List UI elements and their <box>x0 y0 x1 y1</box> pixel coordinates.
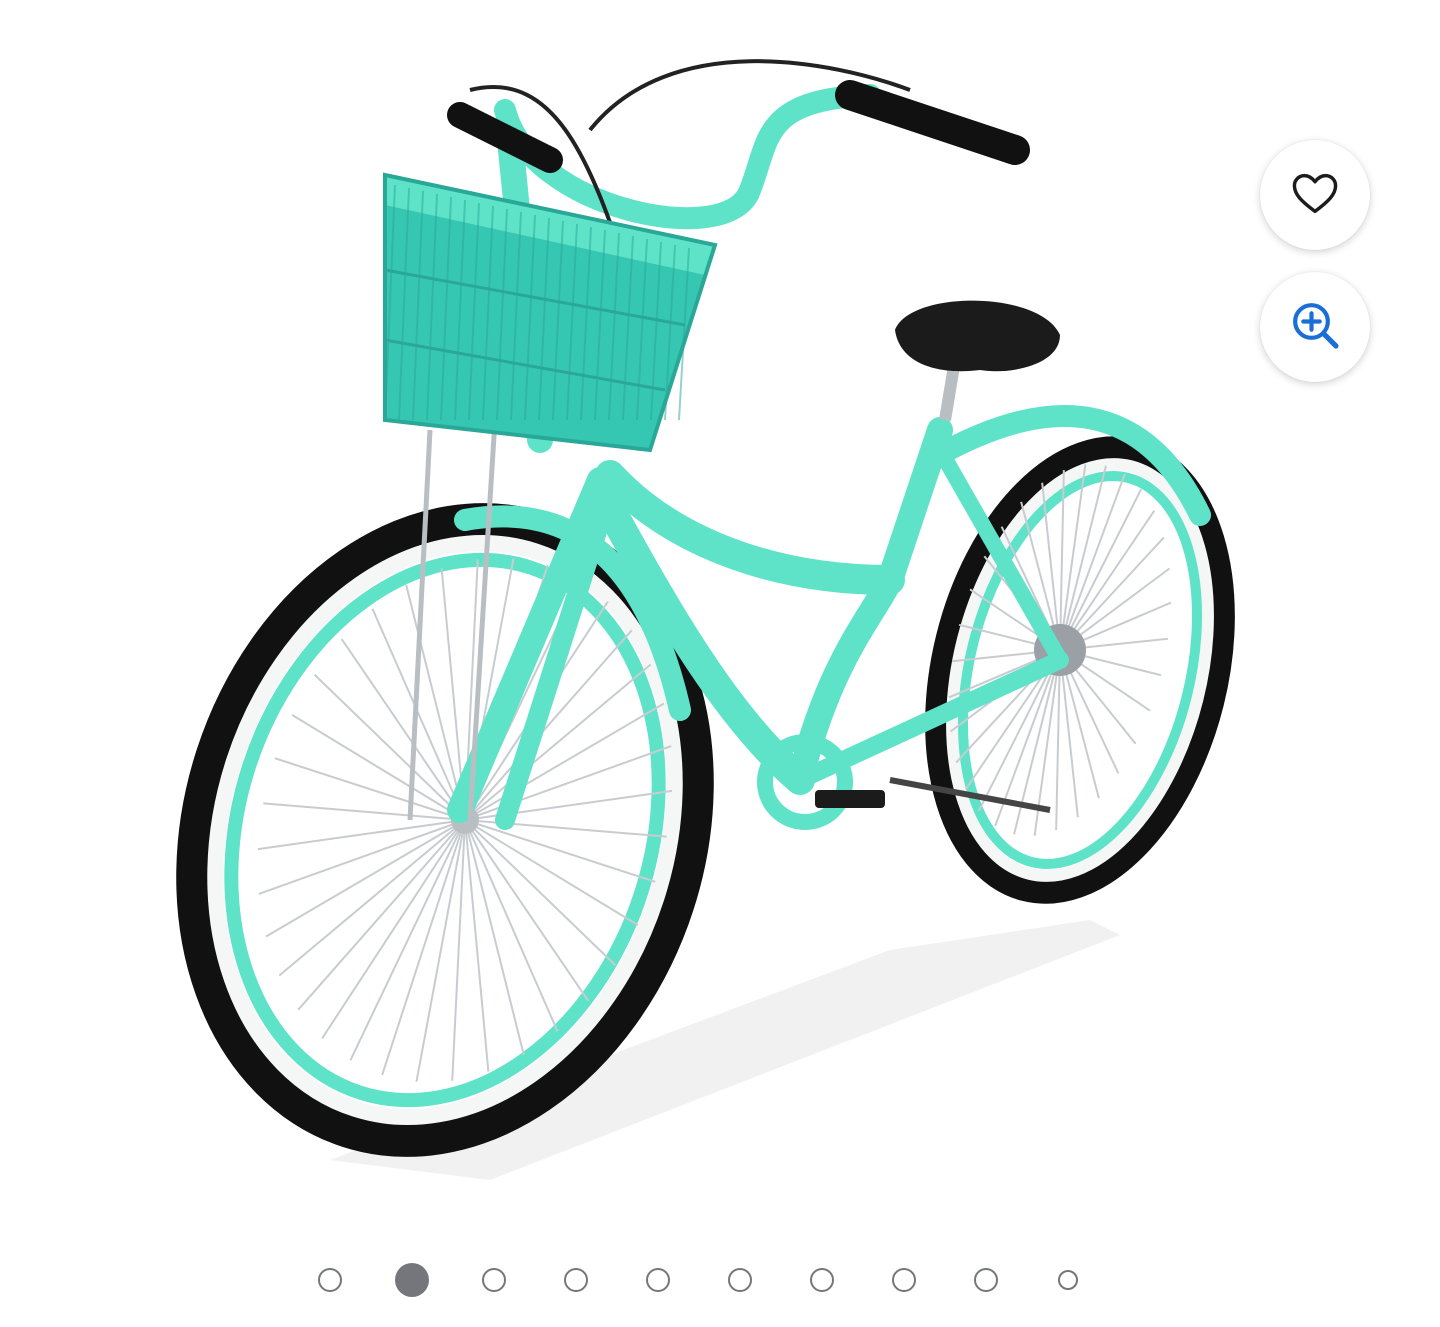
heart-icon <box>1289 167 1341 224</box>
carousel-dot[interactable] <box>974 1268 998 1292</box>
carousel-dot[interactable] <box>1058 1270 1078 1290</box>
bicycle-illustration <box>176 59 1235 1180</box>
rear-wheel <box>925 436 1235 904</box>
carousel-dot[interactable] <box>810 1268 834 1292</box>
zoom-in-icon <box>1287 297 1343 358</box>
carousel-dot[interactable] <box>564 1268 588 1292</box>
carousel-dot[interactable] <box>646 1268 670 1292</box>
carousel-dot[interactable] <box>318 1268 342 1292</box>
carousel-dot[interactable] <box>482 1268 506 1292</box>
carousel-dot[interactable] <box>892 1268 916 1292</box>
favorite-button[interactable] <box>1260 140 1370 250</box>
carousel-dot-active[interactable] <box>395 1263 429 1297</box>
zoom-button[interactable] <box>1260 272 1370 382</box>
product-image[interactable] <box>110 20 1285 1200</box>
carousel-dot[interactable] <box>728 1268 752 1292</box>
image-carousel-indicator <box>0 1258 1440 1302</box>
